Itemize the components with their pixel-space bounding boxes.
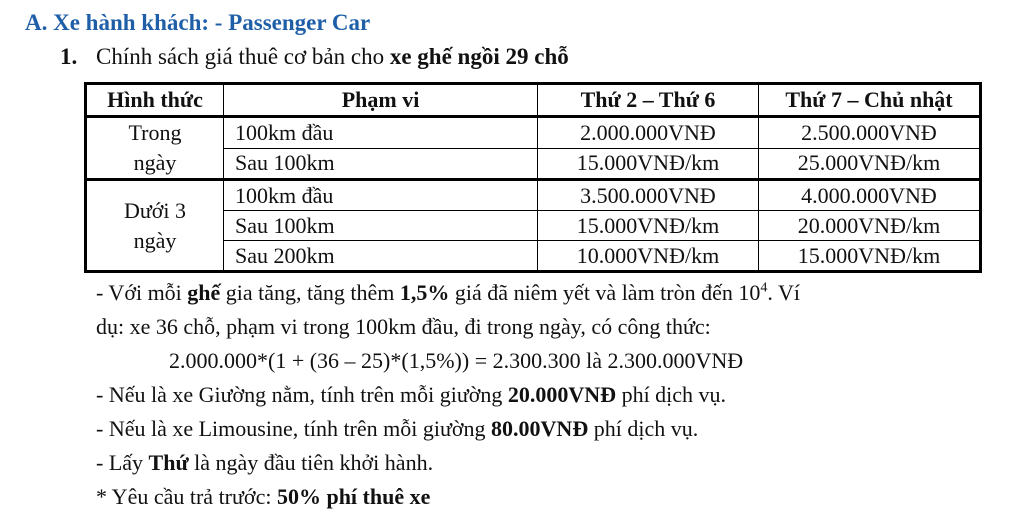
- subheading-number: 1.: [60, 44, 78, 69]
- subheading-text: Chính sách giá thuê cơ bản cho: [96, 44, 390, 69]
- subheading-bold-text: xe ghế ngồi 29 chỗ: [389, 44, 569, 69]
- form-label-line2: ngày: [133, 150, 177, 175]
- weekend-price-cell: 25.000VNĐ/km: [758, 147, 981, 180]
- note-sleeper: - Nếu là xe Giường nằm, tính trên mỗi gi…: [96, 382, 727, 407]
- section-heading: A. Xe hành khách: - Passenger Car: [25, 10, 371, 35]
- form-cell-same-day: Trong ngày: [85, 116, 224, 180]
- weekend-price-cell: 20.000VNĐ/km: [758, 210, 981, 241]
- weekend-price-cell: 2.500.000VNĐ: [758, 116, 981, 149]
- form-label-line1: Trong: [128, 120, 182, 145]
- weekend-price-cell: 4.000.000VNĐ: [758, 178, 981, 211]
- note-seat-surcharge: - Với mỗi ghế gia tăng, tăng thêm 1,5% g…: [96, 280, 800, 305]
- policy-subheading: 1. Chính sách giá thuê cơ bản cho xe ghế …: [60, 44, 569, 70]
- form-label-line1: Dưới 3: [123, 197, 187, 223]
- header-form: Hình thức: [85, 83, 224, 118]
- weekend-price-cell: 15.000VNĐ/km: [758, 240, 981, 272]
- weekday-price-cell: 15.000VNĐ/km: [537, 147, 759, 180]
- weekday-price-cell: 15.000VNĐ/km: [537, 210, 759, 241]
- document-page: A. Xe hành khách: - Passenger Car 1. Chín…: [0, 0, 1009, 529]
- range-cell: Sau 200km: [223, 240, 538, 272]
- table-row: Trong ngày 100km đầu 2.000.000VNĐ 2.500.…: [85, 116, 981, 180]
- table-header-row: Hình thức Phạm vi Thứ 2 – Thứ 6 Thứ 7 – …: [85, 83, 981, 118]
- range-cell: Sau 100km: [223, 210, 538, 241]
- note-formula: 2.000.000*(1 + (36 – 25)*(1,5%)) = 2.300…: [169, 348, 744, 373]
- notes-block: - Với mỗi ghế gia tăng, tăng thêm 1,5% g…: [96, 276, 800, 514]
- form-label-line2: ngày: [133, 227, 177, 253]
- range-cell: 100km đầu: [223, 178, 538, 211]
- note-prepayment: * Yêu cầu trả trước: 50% phí thuê xe: [96, 484, 431, 509]
- range-cell: 100km đầu: [223, 116, 538, 149]
- note-start-day: - Lấy Thứ là ngày đầu tiên khởi hành.: [96, 450, 434, 475]
- header-weekend: Thứ 7 – Chủ nhật: [758, 83, 981, 118]
- header-weekday: Thứ 2 – Thứ 6: [537, 83, 759, 118]
- weekday-price-cell: 10.000VNĐ/km: [537, 240, 759, 272]
- note-limousine: - Nếu là xe Limousine, tính trên mỗi giư…: [96, 416, 699, 441]
- header-range: Phạm vi: [223, 83, 538, 118]
- weekday-price-cell: 2.000.000VNĐ: [537, 116, 759, 149]
- range-cell: Sau 100km: [223, 147, 538, 180]
- price-table: Hình thức Phạm vi Thứ 2 – Thứ 6 Thứ 7 – …: [84, 82, 982, 273]
- table-row: Dưới 3 ngày 100km đầu 3.500.000VNĐ 4.000…: [85, 178, 981, 272]
- note-example: dụ: xe 36 chỗ, phạm vi trong 100km đầu, …: [96, 314, 711, 339]
- form-cell-under-3-days: Dưới 3 ngày: [85, 178, 224, 272]
- weekday-price-cell: 3.500.000VNĐ: [537, 178, 759, 211]
